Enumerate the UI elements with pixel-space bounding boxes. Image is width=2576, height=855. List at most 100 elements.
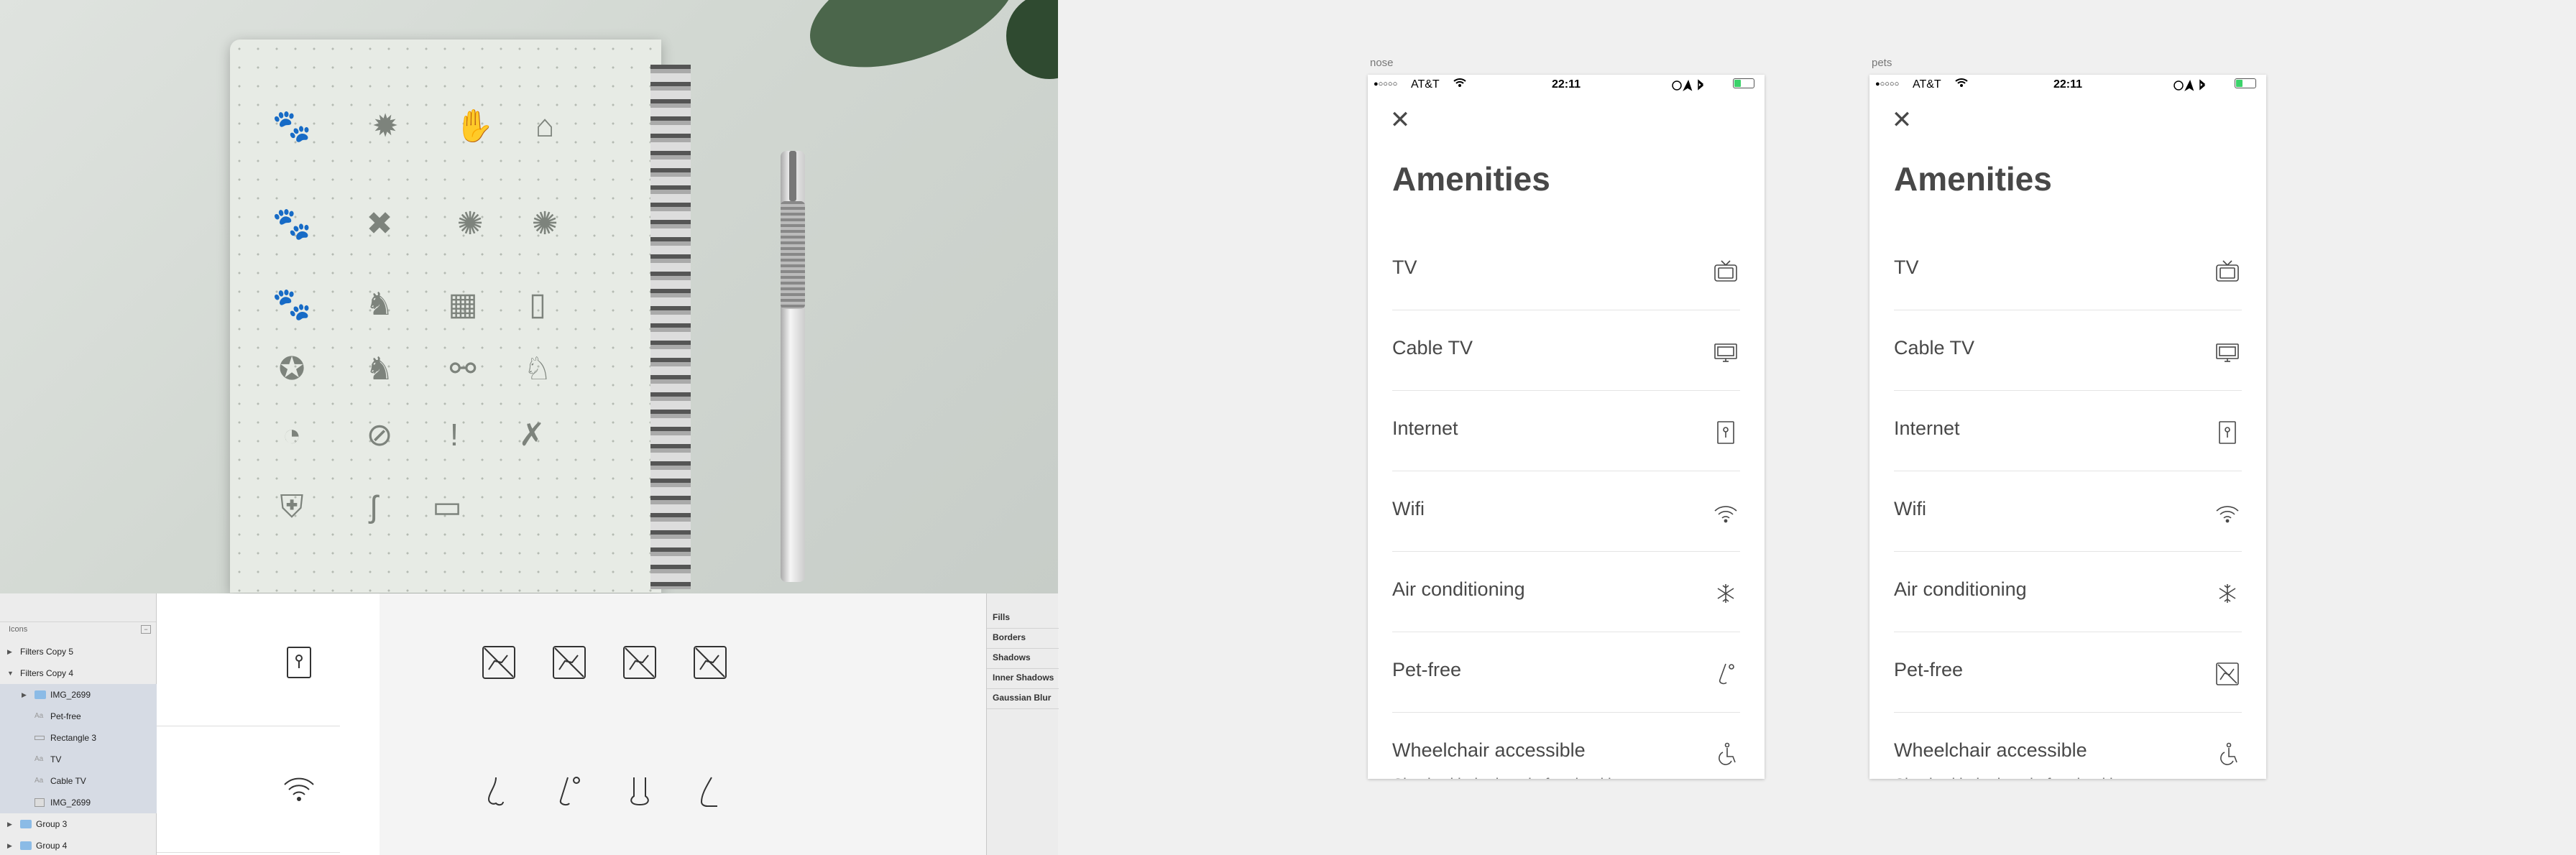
amenity-row[interactable]: Pet-free: [1392, 632, 1740, 713]
amenity-row[interactable]: Cable TV: [1392, 310, 1740, 391]
page-title: Amenities: [1894, 160, 2052, 198]
sketch-dog-icon: ♞: [365, 287, 394, 322]
sketch-dog-icon: ♞: [365, 351, 394, 387]
artboard-label[interactable]: nose: [1370, 57, 1394, 69]
amenity-row[interactable]: Air conditioning: [1894, 552, 2242, 632]
plant-leaf: [794, 0, 1031, 92]
ethernet-jack-icon: [1713, 420, 1739, 445]
disclosure-triangle-icon[interactable]: ▶: [7, 835, 12, 855]
layer-label: IMG_2699: [50, 690, 91, 700]
rectangle-layer-icon: [34, 736, 45, 740]
layer-row[interactable]: ▶ Filters Copy 5: [0, 641, 157, 662]
layer-label: IMG_2699: [50, 798, 91, 808]
wifi-icon[interactable]: [280, 770, 318, 808]
amenity-label: Cable TV: [1894, 337, 1975, 359]
amenity-label: Wheelchair accessible: [1392, 739, 1586, 761]
collapse-button[interactable]: −: [141, 625, 151, 634]
layer-label: Group 4: [36, 841, 68, 851]
artboard-label[interactable]: pets: [1872, 57, 1892, 69]
sketch-paw-icon: 🐾: [272, 108, 312, 144]
no-pets-icon[interactable]: [480, 644, 518, 681]
sketch-bone-icon: ⚯: [449, 351, 477, 387]
layers-panel: Icons − ▶ Filters Copy 5 ▼ Filters Copy 4 ▶ I…: [0, 593, 157, 855]
nose-icon[interactable]: [551, 773, 588, 810]
layer-label: TV: [50, 754, 62, 764]
divider: [987, 688, 1059, 689]
inspector-section[interactable]: Shadows: [993, 652, 1031, 662]
amenity-label: Wheelchair accessible: [1894, 739, 2087, 761]
layer-row[interactable]: ▼ Filters Copy 4: [0, 662, 157, 684]
folder-icon: [20, 820, 32, 828]
nose-icon[interactable]: [621, 773, 658, 810]
layer-row[interactable]: ▶ Group 3: [0, 813, 157, 835]
inspector-section[interactable]: Gaussian Blur: [993, 693, 1051, 703]
wheelchair-icon: [1713, 741, 1739, 767]
divider: [157, 852, 340, 853]
layer-row[interactable]: IMG_2699: [0, 792, 157, 813]
sketch-map-icon: ▦: [448, 287, 478, 322]
amenity-row[interactable]: Wheelchair accessible Check with the hos…: [1392, 713, 1740, 779]
sketch-tissue-box-icon: ▭: [432, 489, 462, 524]
amenity-row[interactable]: Wifi: [1894, 471, 2242, 552]
text-layer-icon: Aa: [34, 777, 44, 785]
canvas[interactable]: [157, 593, 380, 855]
disclosure-triangle-icon[interactable]: ▶: [7, 813, 12, 835]
divider: [987, 668, 1059, 669]
amenity-row[interactable]: Wifi: [1392, 471, 1740, 552]
nose-icon[interactable]: [691, 773, 729, 810]
text-layer-icon: Aa: [34, 755, 44, 763]
pencil-tip: [789, 151, 796, 201]
sketch-shield-icon: ⛨: [280, 489, 304, 524]
wheelchair-icon: [2214, 741, 2240, 767]
sketch-bowl-icon: ◔: [282, 417, 302, 453]
sketch-burst-icon: ✹: [372, 108, 399, 144]
layer-row[interactable]: Aa Cable TV: [0, 770, 157, 792]
amenity-row[interactable]: TV: [1392, 230, 1740, 310]
amenity-label: Internet: [1894, 417, 1960, 439]
amenity-row[interactable]: Pet-free: [1894, 632, 2242, 713]
folder-icon: [20, 841, 32, 850]
wifi-icon: [2214, 500, 2240, 526]
close-button[interactable]: ✕: [1890, 108, 1914, 132]
layer-row[interactable]: Rectangle 3: [0, 727, 157, 749]
divider: [987, 708, 1059, 709]
sketch-pollen-icon: ✺: [531, 206, 558, 241]
inspector-section[interactable]: Borders: [993, 632, 1026, 642]
close-button[interactable]: ✕: [1388, 108, 1412, 132]
inspector-section[interactable]: Inner Shadows: [993, 673, 1054, 683]
no-pets-icon[interactable]: [551, 644, 588, 681]
disclosure-triangle-icon[interactable]: ▶: [22, 684, 27, 706]
amenity-note: Check with the host before booking to: [1894, 776, 2146, 779]
artboard-pets: ●○○○○ AT&T 22:11 ✕ Amenities TV Cable TV…: [1869, 75, 2266, 779]
status-bar: ●○○○○ AT&T 22:11: [1869, 75, 2266, 96]
disclosure-triangle-icon[interactable]: ▼: [7, 662, 14, 684]
amenity-row[interactable]: Internet: [1392, 391, 1740, 471]
sketchbook-photo: 🐾 ✹ ✋ ⌂ 🐾 ✖ ✺ ✺ 🐾 ♞ ▦ ▯ ✪ ♞ ⚯ ♘ ◔ ⊘ ǃ ✗ …: [0, 0, 1058, 593]
amenity-label: Pet-free: [1392, 659, 1462, 680]
divider: [987, 628, 1059, 629]
amenity-row[interactable]: Internet: [1894, 391, 2242, 471]
disclosure-triangle-icon[interactable]: ▶: [7, 641, 12, 662]
layer-row[interactable]: Aa TV: [0, 749, 157, 770]
layer-row[interactable]: ▶ Group 4: [0, 835, 157, 855]
layer-row[interactable]: ▶ IMG_2699: [0, 684, 157, 706]
no-pets-icon[interactable]: [621, 644, 658, 681]
layer-row[interactable]: Aa Pet-free: [0, 706, 157, 727]
nose-icon[interactable]: [480, 773, 518, 810]
plant-leaf: [1006, 0, 1058, 79]
amenity-label: TV: [1894, 256, 1919, 278]
amenity-label: Air conditioning: [1894, 578, 2027, 600]
sketch-dog-icon: ♘: [523, 351, 552, 387]
no-pets-icon[interactable]: [691, 644, 729, 681]
amenity-row[interactable]: Air conditioning: [1392, 552, 1740, 632]
ethernet-jack-icon[interactable]: [280, 644, 318, 681]
amenity-row[interactable]: TV: [1894, 230, 2242, 310]
inspector-section[interactable]: Fills: [993, 612, 1010, 622]
amenity-row[interactable]: Wheelchair accessible Check with the hos…: [1894, 713, 2242, 779]
battery-icon: [2235, 78, 2256, 88]
amenity-label: Pet-free: [1894, 659, 1964, 680]
amenity-row[interactable]: Cable TV: [1894, 310, 2242, 391]
amenity-label: Wifi: [1392, 498, 1425, 519]
screen: 🐾 ✹ ✋ ⌂ 🐾 ✖ ✺ ✺ 🐾 ♞ ▦ ▯ ✪ ♞ ⚯ ♘ ◔ ⊘ ǃ ✗ …: [0, 0, 2576, 855]
nose-icon: [1713, 661, 1739, 687]
